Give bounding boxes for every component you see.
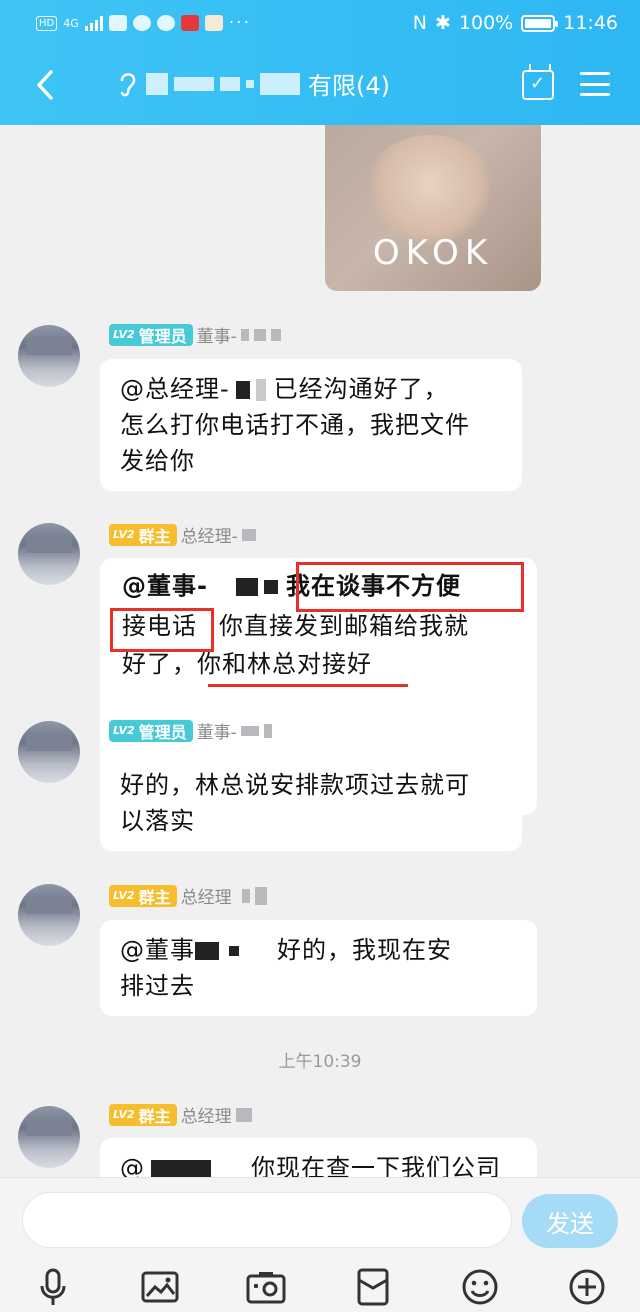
avatar[interactable] — [18, 325, 80, 387]
message-bubble[interactable]: @ 你现在查一下我们公司 — [100, 1138, 537, 1177]
chat-app-icon — [132, 15, 151, 31]
ok-hand-image — [365, 135, 495, 245]
sender-name: 总经理 — [180, 1107, 232, 1127]
message-input[interactable] — [22, 1192, 512, 1248]
input-toolbar — [0, 1264, 640, 1310]
wechat-icon — [156, 15, 175, 31]
emoji-icon[interactable] — [457, 1264, 503, 1310]
sticker-text: OKOK — [372, 233, 494, 273]
ear-icon — [120, 72, 136, 96]
highlight-box — [296, 562, 524, 612]
avatar[interactable] — [18, 523, 80, 585]
avatar[interactable] — [18, 1106, 80, 1168]
image-icon[interactable] — [137, 1264, 183, 1310]
sender-name: 总经理- — [180, 527, 238, 547]
sender-line: LV2 管理员 董事- — [109, 322, 281, 347]
chat-header: 有限(4) — [0, 46, 640, 125]
battery-icon — [521, 14, 559, 32]
sender-name: 董事- — [196, 327, 237, 347]
bluetooth-icon: ✱ — [434, 12, 451, 34]
calendar-check-icon[interactable] — [522, 64, 554, 100]
title-mosaic — [146, 72, 300, 95]
avatar[interactable] — [18, 884, 80, 946]
signal-icon — [84, 15, 103, 31]
group-title-text: 有限(4) — [308, 72, 390, 100]
battery-percent: 100% — [458, 12, 514, 34]
timestamp: 上午10:39 — [278, 1052, 362, 1072]
sender-line: LV2 群主 总经理- — [109, 522, 256, 547]
back-button[interactable] — [30, 68, 60, 102]
name-mosaic — [236, 886, 267, 905]
name-mosaic — [235, 1107, 252, 1122]
chat-area[interactable]: OKOK LV2 管理员 董事- @总经理- 已经沟通好了， 怎么打你电话打不通，我… — [0, 125, 640, 1177]
sender-line: LV2 管理员 董事- — [109, 718, 272, 743]
camera-icon[interactable] — [243, 1264, 289, 1310]
top-bar: HD 4G ··· N ✱ 100% 11:46 有限(4) — [0, 0, 640, 125]
owner-badge: LV2 群主 — [109, 884, 177, 907]
sender-name: 总经理 — [180, 888, 232, 908]
level-badge: LV2 管理员 — [109, 323, 193, 346]
menu-button[interactable] — [580, 72, 610, 96]
microphone-icon[interactable] — [30, 1264, 76, 1310]
level-badge: LV2 管理员 — [109, 719, 193, 742]
message-bubble[interactable]: @董事 好的，我现在安 排过去 — [100, 920, 537, 1016]
plus-icon[interactable] — [564, 1264, 610, 1310]
highlight-box — [110, 608, 214, 652]
avatar[interactable] — [18, 721, 80, 783]
shopping-app-icon — [180, 15, 199, 31]
sender-line: LV2 群主 总经理 — [109, 883, 267, 908]
network-type: 4G — [63, 16, 79, 30]
message-bubble[interactable]: 好的，林总说安排款项过去就可 以落实 — [100, 755, 522, 851]
status-bar: HD 4G ··· N ✱ 100% 11:46 — [0, 0, 640, 46]
group-title[interactable]: 有限(4) — [118, 66, 390, 101]
sender-line: LV2 群主 总经理 — [109, 1102, 252, 1127]
news-app-icon — [204, 15, 223, 31]
highlight-underline — [208, 684, 408, 687]
red-packet-icon[interactable] — [350, 1264, 396, 1310]
more-notifications-icon: ··· — [228, 13, 251, 33]
sticker-image[interactable]: OKOK — [325, 125, 541, 291]
input-bar: 发送 — [0, 1177, 640, 1312]
name-mosaic — [241, 528, 256, 541]
sender-name: 董事- — [196, 723, 237, 743]
owner-badge: LV2 群主 — [109, 523, 177, 546]
owner-badge: LV2 群主 — [109, 1103, 177, 1126]
hd-indicator: HD — [36, 15, 58, 31]
message-bubble[interactable]: @总经理- 已经沟通好了， 怎么打你电话打不通，我把文件 发给你 — [100, 359, 522, 491]
send-button[interactable]: 发送 — [522, 1194, 618, 1248]
nfc-icon: N — [412, 12, 427, 34]
chevron-left-icon — [37, 70, 53, 100]
name-mosaic — [240, 328, 281, 341]
music-app-icon — [108, 15, 127, 31]
clock: 11:46 — [563, 12, 618, 34]
name-mosaic — [240, 723, 272, 738]
